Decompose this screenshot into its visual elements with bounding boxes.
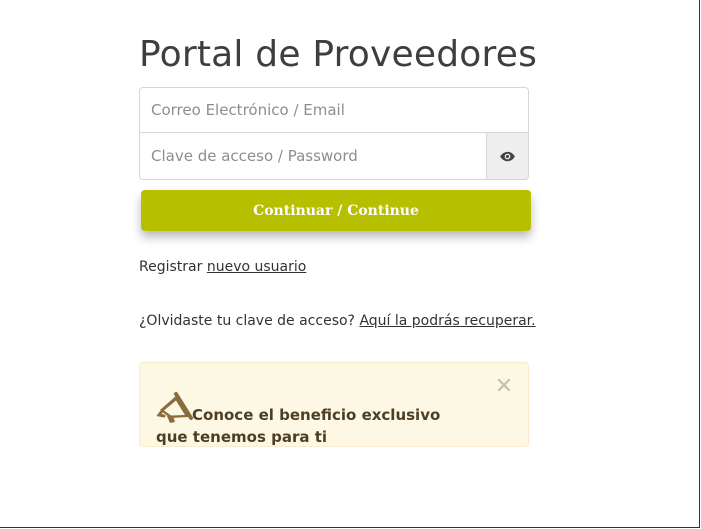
forgot-prefix: ¿Olvidaste tu clave de acceso? xyxy=(139,313,355,329)
password-field-wrapper xyxy=(139,133,487,180)
eye-icon xyxy=(500,151,515,161)
promo-alert: Conoce el beneficio exclusivo que tenemo… xyxy=(139,362,529,447)
email-input[interactable] xyxy=(140,88,528,132)
register-link[interactable]: nuevo usuario xyxy=(207,259,307,275)
recover-password-link[interactable]: Aquí la podrás recuperar. xyxy=(359,313,535,329)
window-frame xyxy=(0,0,700,528)
alert-text: Conoce el beneficio exclusivo que tenemo… xyxy=(156,406,441,446)
megaphone-icon xyxy=(156,392,193,423)
email-field-wrapper xyxy=(139,87,529,133)
alert-message: Conoce el beneficio exclusivo que tenemo… xyxy=(156,390,456,448)
register-line: Registrar nuevo usuario xyxy=(139,259,306,275)
close-icon[interactable] xyxy=(496,377,512,393)
continue-button[interactable]: Continuar / Continue xyxy=(141,190,531,231)
show-password-button[interactable] xyxy=(486,133,529,180)
forgot-password-line: ¿Olvidaste tu clave de acceso? Aquí la p… xyxy=(139,313,536,329)
register-prefix: Registrar xyxy=(139,259,203,275)
password-input[interactable] xyxy=(140,133,486,179)
page-title: Portal de Proveedores xyxy=(139,34,538,75)
